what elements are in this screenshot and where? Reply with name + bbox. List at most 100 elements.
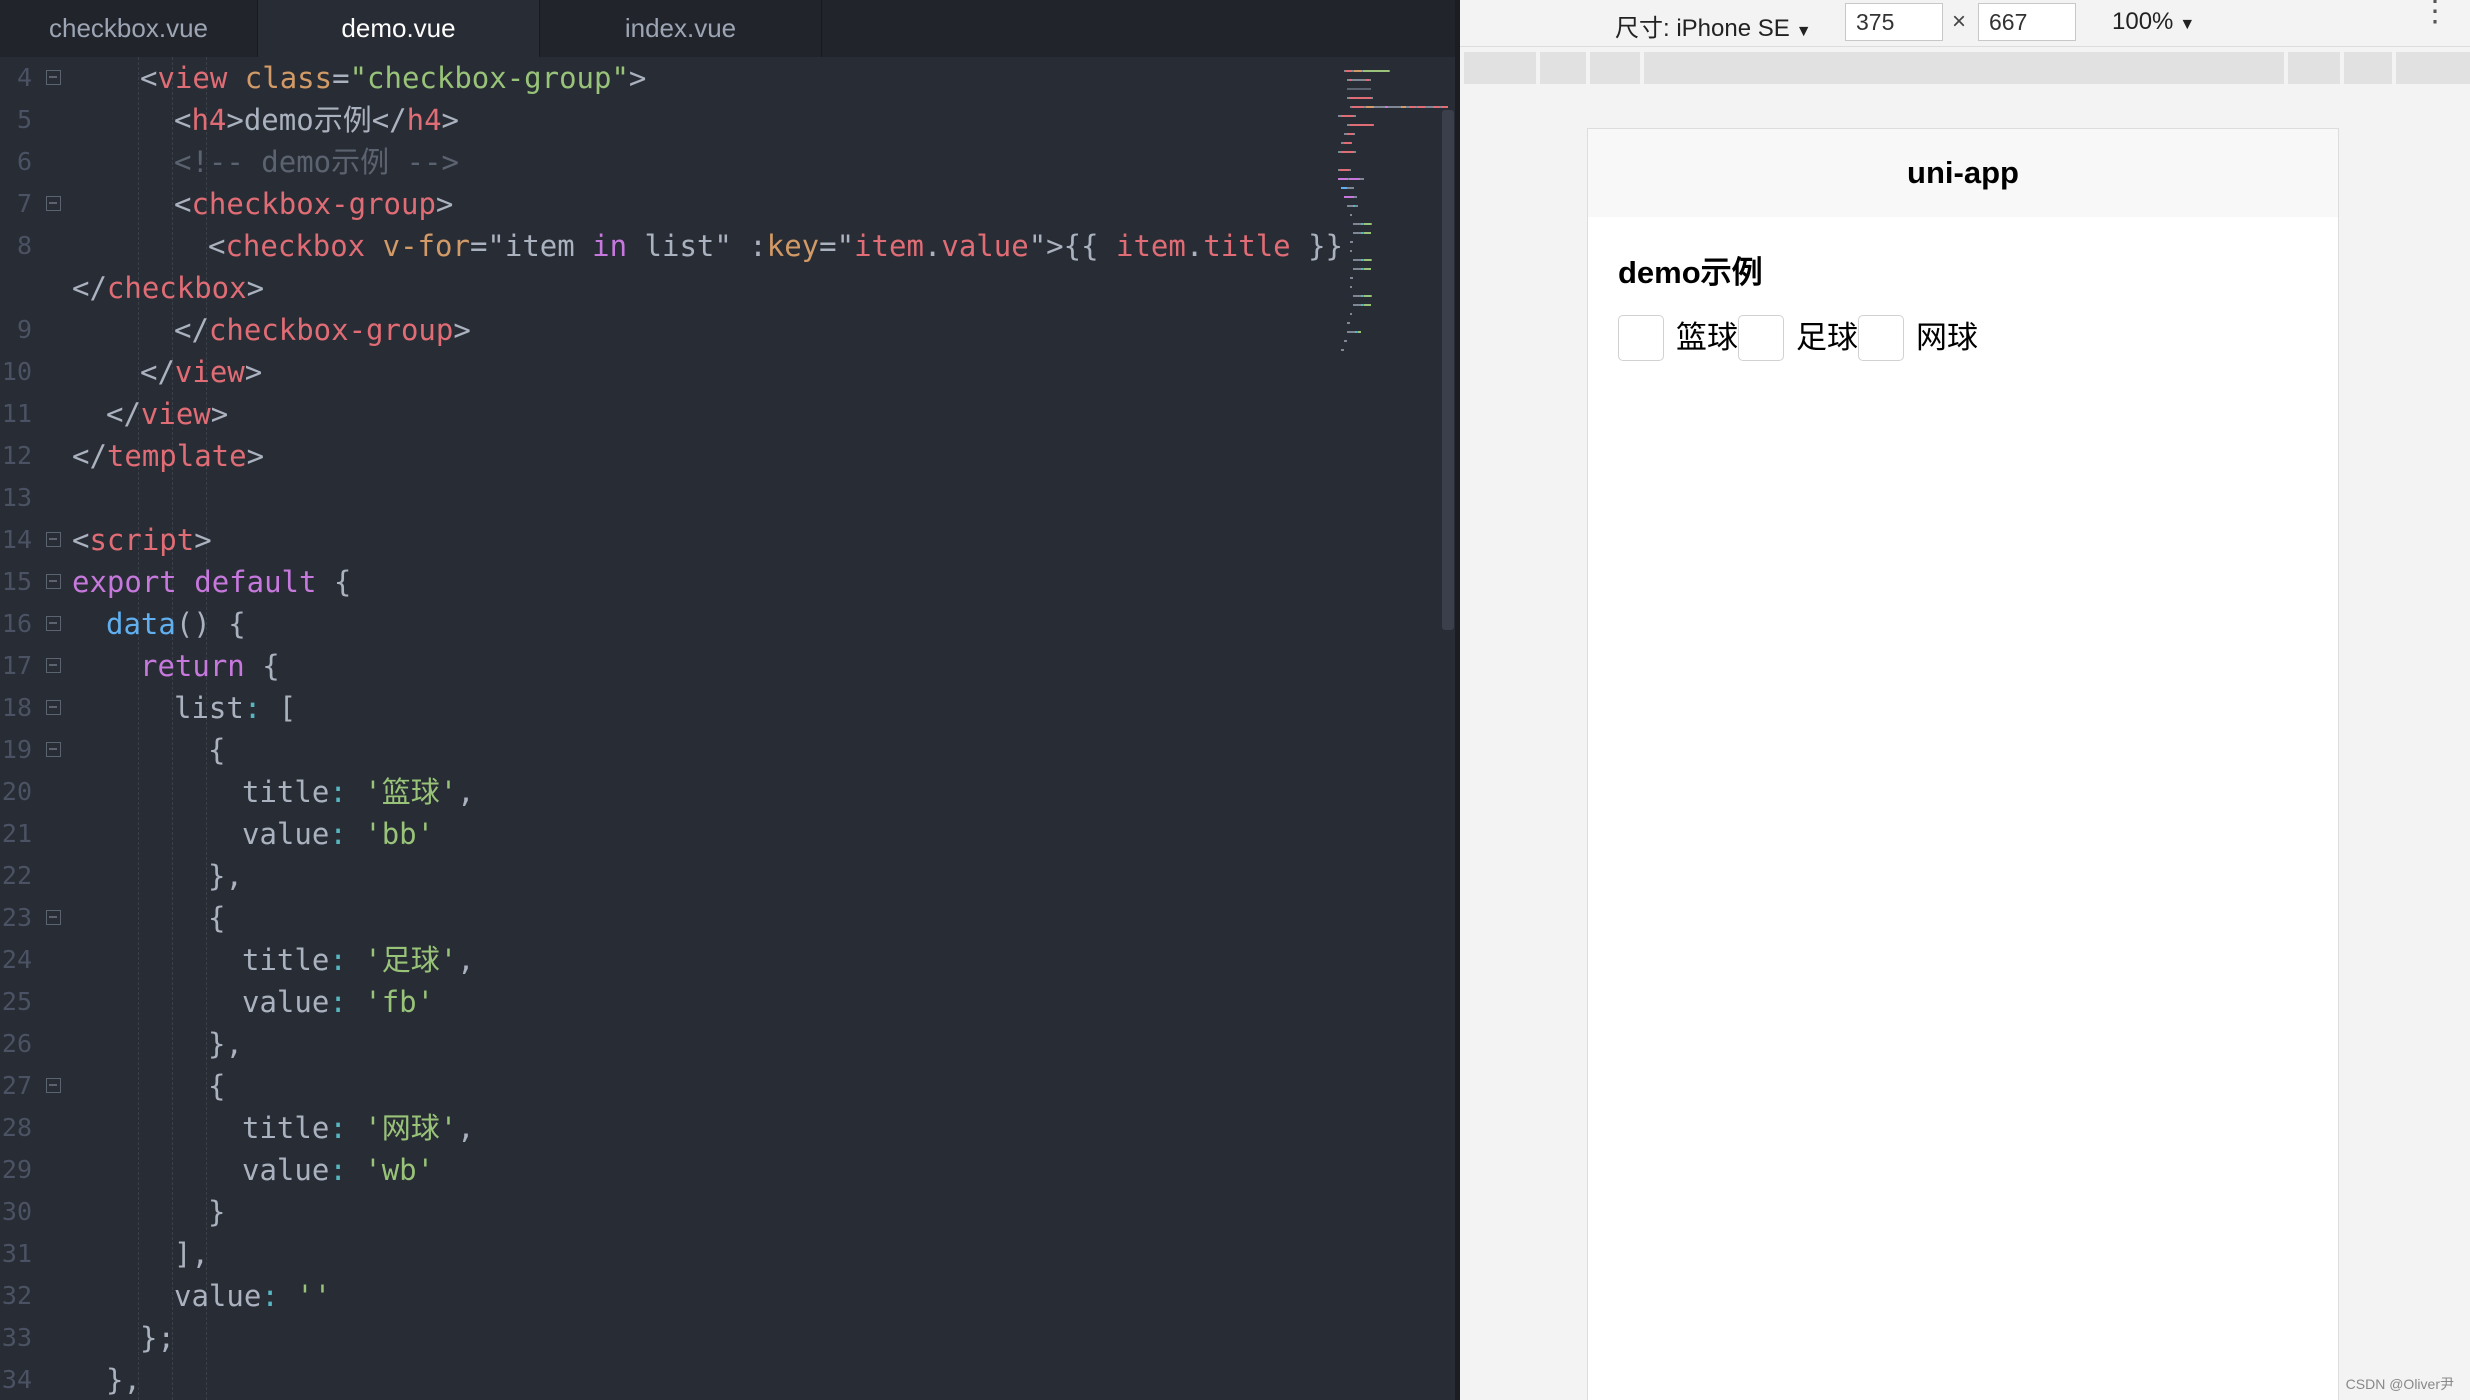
code-text: value: 'bb' — [242, 813, 434, 855]
code-line[interactable]: 34}, — [0, 1359, 1340, 1400]
code-line[interactable]: 23 { — [0, 897, 1340, 939]
code-token: > — [628, 61, 647, 95]
code-line[interactable]: 10 </view> — [0, 351, 1340, 393]
code-line[interactable]: 20 title: '篮球', — [0, 771, 1340, 813]
code-token: { — [244, 649, 280, 683]
chevron-down-icon: ▼ — [1795, 23, 1812, 40]
minimap-line — [1348, 97, 1371, 99]
checkbox-tennis[interactable]: 网球 — [1858, 315, 1978, 363]
code-line[interactable]: 29 value: 'wb' — [0, 1149, 1340, 1191]
minimap[interactable] — [1330, 64, 1450, 424]
checkbox-box[interactable] — [1738, 315, 1784, 361]
code-line[interactable]: 17 return { — [0, 645, 1340, 687]
fold-toggle-icon[interactable] — [46, 910, 61, 925]
checkbox-label: 篮球 — [1676, 320, 1738, 356]
fold-toggle-icon[interactable] — [46, 1078, 61, 1093]
code-token: < — [72, 523, 90, 557]
fold-toggle-icon[interactable] — [46, 196, 61, 211]
fold-toggle-icon[interactable] — [46, 658, 61, 673]
line-number: 18 — [1, 693, 32, 722]
code-line[interactable]: 4 <view class="checkbox-group"> — [0, 57, 1340, 99]
fold-toggle-icon[interactable] — [46, 532, 61, 547]
fold-toggle-icon[interactable] — [46, 70, 61, 85]
line-number: 26 — [1, 1029, 32, 1058]
checkbox-football[interactable]: 足球 — [1738, 315, 1858, 363]
fold-toggle-icon[interactable] — [46, 742, 61, 757]
code-text: title: '篮球', — [242, 771, 475, 813]
media-query-segment[interactable] — [2288, 52, 2340, 84]
tab-checkbox-vue[interactable]: checkbox.vue — [0, 0, 258, 57]
device-height-input[interactable] — [1978, 3, 2076, 41]
code-line[interactable]: 11 </view> — [0, 393, 1340, 435]
minimap-line — [1370, 223, 1373, 225]
minimap-line — [1350, 277, 1354, 279]
zoom-select[interactable]: 100% ▼ — [2112, 8, 2195, 36]
code-text: value: 'fb' — [242, 981, 434, 1023]
code-text: </template> — [72, 435, 264, 477]
checkbox-box[interactable] — [1858, 315, 1904, 361]
minimap-line — [1350, 286, 1352, 288]
code-token: : — [261, 1279, 279, 1313]
code-line[interactable]: 12 </template> — [0, 435, 1340, 477]
code-token: export — [72, 565, 177, 599]
code-token: = — [332, 61, 350, 95]
line-number: 4 — [16, 63, 32, 92]
line-number: 13 — [1, 483, 32, 512]
checkbox-basketball[interactable]: 篮球 — [1618, 315, 1738, 363]
code-line[interactable]: 26}, — [0, 1023, 1340, 1065]
fold-toggle-icon[interactable] — [46, 616, 61, 631]
code-token: list" : — [627, 229, 767, 263]
code-line[interactable]: 18 list: [ — [0, 687, 1340, 729]
editor-scrollbar[interactable] — [1442, 110, 1454, 630]
code-line[interactable]: 9 </checkbox-group> — [0, 309, 1340, 351]
media-query-segment[interactable] — [1464, 52, 1536, 84]
code-token: </ — [140, 355, 175, 389]
code-text: }, — [106, 1359, 141, 1400]
fold-toggle-icon[interactable] — [46, 574, 61, 589]
code-line[interactable]: 7 <checkbox-group> — [0, 183, 1340, 225]
code-line[interactable]: 15 export default { — [0, 561, 1340, 603]
code-line[interactable]: 30} — [0, 1191, 1340, 1233]
media-query-segment[interactable] — [1590, 52, 1640, 84]
device-select[interactable]: 尺寸: iPhone SE ▼ — [1615, 8, 1812, 43]
device-viewport: uni-app demo示例 篮球 足球 网球 — [1587, 128, 2339, 1400]
media-query-segment[interactable] — [1540, 52, 1586, 84]
code-line[interactable]: 27 { — [0, 1065, 1340, 1107]
code-line[interactable]: 13 — [0, 477, 1340, 519]
code-text: value: 'wb' — [242, 1149, 434, 1191]
code-line[interactable]: 33}; — [0, 1317, 1340, 1359]
media-query-segment[interactable] — [2344, 52, 2392, 84]
code-area[interactable]: 4 <view class="checkbox-group"> 5 <h4>demo示… — [0, 57, 1343, 1400]
code-line[interactable]: 5 <h4>demo示例</h4> — [0, 99, 1340, 141]
tab-demo-vue[interactable]: demo.vue — [258, 0, 540, 57]
code-line[interactable]: 19 { — [0, 729, 1340, 771]
code-line[interactable]: 14 <script> — [0, 519, 1340, 561]
code-editor[interactable]: checkbox.vue demo.vue index.vue 4 <view c… — [0, 0, 1460, 1400]
code-token: </ — [174, 313, 209, 347]
code-line[interactable]: 31], — [0, 1233, 1340, 1275]
code-line[interactable]: 16 data() { — [0, 603, 1340, 645]
line-number: 23 — [1, 903, 32, 932]
code-line[interactable]: 25 value: 'fb' — [0, 981, 1340, 1023]
line-number: 20 — [1, 777, 32, 806]
code-line[interactable]: 6 <!-- demo示例 --> — [0, 141, 1340, 183]
code-token: list — [174, 691, 244, 725]
code-line[interactable]: 21 value: 'bb' — [0, 813, 1340, 855]
code-text: ], — [174, 1233, 209, 1275]
code-line[interactable]: 22}, — [0, 855, 1340, 897]
fold-toggle-icon[interactable] — [46, 700, 61, 715]
code-line[interactable]: 24 title: '足球', — [0, 939, 1340, 981]
more-options-icon[interactable]: ⋮ — [2420, 0, 2450, 27]
minimap-line — [1355, 205, 1359, 207]
device-width-input[interactable] — [1845, 3, 1943, 41]
tab-index-vue[interactable]: index.vue — [540, 0, 822, 57]
media-query-segment[interactable] — [2396, 52, 2470, 84]
code-token: ], — [174, 1237, 209, 1271]
code-line[interactable]: 32 value: '' — [0, 1275, 1340, 1317]
code-line[interactable]: 8 <checkbox v-for="item in list" :key="it… — [0, 225, 1343, 267]
code-line[interactable]: 28 title: '网球', — [0, 1107, 1340, 1149]
line-number: 22 — [1, 861, 32, 890]
code-line[interactable]: </checkbox> — [0, 267, 1340, 309]
media-query-segment[interactable] — [1644, 52, 2284, 84]
checkbox-box[interactable] — [1618, 315, 1664, 361]
